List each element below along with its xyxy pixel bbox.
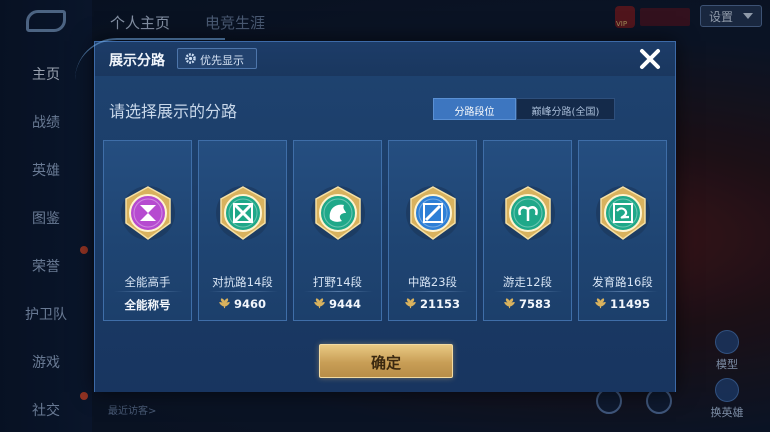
lane-card-roam[interactable]: 游走12段 7583 — [483, 140, 572, 321]
lane-card-jungle[interactable]: 打野14段 9444 — [293, 140, 382, 321]
lane-card-allround[interactable]: 全能高手 全能称号 — [103, 140, 192, 321]
lane-card-value-text: 全能称号 — [124, 298, 171, 312]
close-button[interactable] — [637, 46, 663, 72]
close-icon — [640, 49, 660, 69]
lane-mode-toggle: 分路段位 巅峰分路(全国) — [433, 98, 615, 120]
lane-card-value-text: 11495 — [609, 297, 650, 311]
lane-card-value-text: 9444 — [328, 297, 361, 311]
lane-card-value-text: 9460 — [233, 297, 266, 311]
dialog-subtitle: 请选择展示的分路 — [109, 102, 238, 121]
divider — [209, 291, 278, 292]
tab-peak-lane[interactable]: 巅峰分路(全国) — [515, 98, 615, 120]
lane-card-label: 中路23段 — [407, 275, 458, 289]
lane-display-dialog: 展示分路 优先显示 请选择展示的分路 分路段位 巅峰分路(全国) 全能高手 全能… — [75, 38, 676, 392]
clash-lane-emblem-icon — [216, 186, 270, 240]
jungle-emblem-icon — [311, 186, 365, 240]
allround-emblem-icon — [121, 186, 175, 240]
rank-points-icon — [314, 298, 325, 309]
lane-card-label: 打野14段 — [312, 275, 363, 289]
divider — [399, 291, 468, 292]
lane-card-value: 7583 — [484, 297, 571, 311]
mid-lane-emblem-icon — [406, 186, 460, 240]
rank-points-icon — [219, 298, 230, 309]
roam-emblem-icon — [501, 186, 555, 240]
dialog-header: 展示分路 优先显示 — [75, 38, 675, 76]
rank-points-icon — [595, 298, 606, 309]
lane-card-list: 全能高手 全能称号 对抗路14段 9460 打野14段 9444 中路23段 2… — [103, 140, 667, 321]
lane-card-label: 游走12段 — [502, 275, 553, 289]
dialog-body: 请选择展示的分路 分路段位 巅峰分路(全国) 全能高手 全能称号 对抗路14段 … — [95, 76, 675, 392]
divider — [304, 291, 373, 292]
lane-card-clash[interactable]: 对抗路14段 9460 — [198, 140, 287, 321]
confirm-button[interactable]: 确定 — [319, 344, 453, 378]
lane-card-value: 21153 — [389, 297, 476, 311]
farm-lane-emblem-icon — [596, 186, 650, 240]
lane-card-value: 全能称号 — [104, 297, 191, 313]
lane-card-value: 11495 — [579, 297, 666, 311]
lane-card-value-text: 21153 — [419, 297, 460, 311]
priority-display-button[interactable]: 优先显示 — [177, 48, 257, 69]
tab-lane-rank[interactable]: 分路段位 — [433, 98, 516, 120]
lane-card-label: 发育路16段 — [592, 275, 653, 289]
lane-card-value: 9444 — [294, 297, 381, 311]
priority-display-label: 优先显示 — [200, 54, 244, 67]
lane-card-value-text: 7583 — [518, 297, 551, 311]
lane-card-value: 9460 — [199, 297, 286, 311]
dialog-title: 展示分路 — [109, 53, 165, 69]
divider — [494, 291, 563, 292]
rank-points-icon — [405, 298, 416, 309]
lane-card-mid[interactable]: 中路23段 21153 — [388, 140, 477, 321]
divider — [114, 291, 183, 292]
lane-card-label: 对抗路14段 — [212, 275, 273, 289]
rank-points-icon — [504, 298, 515, 309]
lane-card-farm[interactable]: 发育路16段 11495 — [578, 140, 667, 321]
gear-icon — [185, 53, 196, 64]
divider — [589, 291, 658, 292]
lane-card-label: 全能高手 — [124, 275, 171, 289]
